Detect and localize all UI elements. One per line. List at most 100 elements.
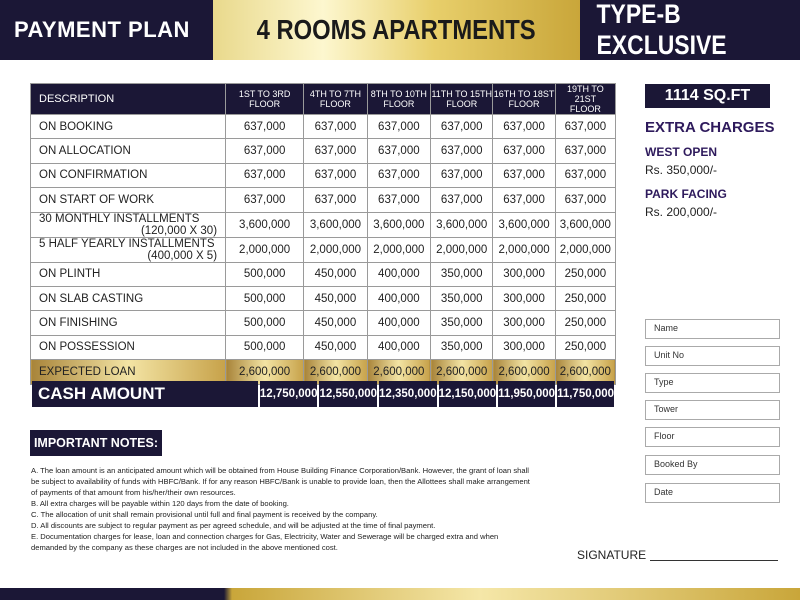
column-header-line: FLOOR <box>508 99 540 109</box>
column-header-line: 11TH TO 15TH <box>431 89 492 99</box>
column-header-line: 16TH TO 18ST <box>493 89 555 99</box>
table-cell: 2,000,000 <box>225 236 305 263</box>
table-cell: 300,000 <box>492 334 556 361</box>
park-facing-label: PARK FACING <box>645 187 727 201</box>
table-cell: 637,000 <box>554 187 617 213</box>
apartment-type-text: 4 ROOMS APARTMENTS <box>256 14 536 45</box>
row-description-text: ON SLAB CASTING <box>39 292 144 305</box>
cash-amount-table: CASH AMOUNT 12,750,000 12,550,000 12,350,0… <box>30 381 616 407</box>
table-cell: 637,000 <box>366 138 432 164</box>
cash-amount-cell: 12,350,000 <box>379 381 437 407</box>
date-field[interactable]: Date <box>645 483 780 503</box>
table-cell: 3,600,000 <box>430 211 494 238</box>
table-cell: 637,000 <box>225 138 305 164</box>
name-field[interactable]: Name <box>645 319 780 339</box>
note-item: B. All extra charges will be payable wit… <box>31 499 289 508</box>
row-description: 5 HALF YEARLY INSTALLMENTS (400,000 X 5) <box>29 236 227 263</box>
column-header-line: FLOOR <box>383 99 415 109</box>
west-open-value: Rs. 350,000/- <box>645 163 718 177</box>
table-cell: 350,000 <box>430 261 494 287</box>
column-header-description: DESCRIPTION <box>29 83 227 115</box>
tower-field[interactable]: Tower <box>645 400 780 420</box>
row-installment-detail: (400,000 X 5) <box>147 249 218 262</box>
row-description: ON POSSESSION <box>29 334 227 361</box>
signature-label: SIGNATURE <box>577 548 647 562</box>
table-cell: 250,000 <box>554 334 617 361</box>
table-cell: 350,000 <box>430 334 494 361</box>
extra-charges-title: EXTRA CHARGES <box>645 119 775 136</box>
table-row: ON PLINTH 500,000 450,000 400,000 350,000 300… <box>29 261 617 287</box>
column-header-line: FLOOR <box>569 104 601 114</box>
table-cell: 3,600,000 <box>492 211 556 238</box>
table-row: ON CONFIRMATION 637,000 637,000 637,000 637,… <box>29 162 617 189</box>
row-installment-detail: (120,000 X 30) <box>140 224 218 237</box>
table-cell: 637,000 <box>430 113 494 140</box>
table-row: ON ALLOCATION 637,000 637,000 637,000 637,00… <box>29 138 617 164</box>
table-cell: 637,000 <box>554 162 617 189</box>
row-description: 30 MONTHLY INSTALLMENTS (120,000 X 30) <box>29 211 227 238</box>
table-cell: 3,600,000 <box>225 211 305 238</box>
column-header-line: FLOOR <box>249 99 281 109</box>
table-header-row: DESCRIPTION 1ST TO 3RD FLOOR 4TH TO 7TH FL… <box>29 83 617 115</box>
table-cell: 500,000 <box>225 261 305 287</box>
table-cell: 2,000,000 <box>430 236 494 263</box>
table-cell: 400,000 <box>366 310 432 336</box>
cash-amount-cell: 11,950,000 <box>498 381 556 407</box>
column-header-line: 4TH TO 7TH <box>309 89 362 99</box>
table-row: ON POSSESSION 500,000 450,000 400,000 350,00… <box>29 334 617 361</box>
payment-plan-title: PAYMENT PLAN <box>0 0 213 60</box>
table-cell: 350,000 <box>430 285 494 312</box>
cash-amount-label: CASH AMOUNT <box>32 381 258 407</box>
row-description-text: ON FINISHING <box>39 317 118 330</box>
row-description: ON START OF WORK <box>29 187 227 213</box>
table-cell: 637,000 <box>303 162 368 189</box>
table-cell: 637,000 <box>225 113 305 140</box>
row-description-text: 30 MONTHLY INSTALLMENTS <box>39 212 200 225</box>
unit-no-field[interactable]: Unit No <box>645 346 780 366</box>
table-row: ON FINISHING 500,000 450,000 400,000 350,000… <box>29 310 617 336</box>
floor-field[interactable]: Floor <box>645 427 780 447</box>
footer-bar <box>0 588 800 600</box>
row-description: ON BOOKING <box>29 113 227 140</box>
table-row: ON SLAB CASTING 500,000 450,000 400,000 350,… <box>29 285 617 312</box>
table-cell: 250,000 <box>554 261 617 287</box>
important-notes-list: A. The loan amount is an anticipated amo… <box>31 465 531 553</box>
cash-amount-cell: 12,150,000 <box>438 381 497 407</box>
table-cell: 3,600,000 <box>366 211 432 238</box>
table-cell: 637,000 <box>225 187 305 213</box>
cash-amount-cell: 11,750,000 <box>557 381 614 407</box>
table-cell: 250,000 <box>554 285 617 312</box>
row-description-text: ON POSSESSION <box>39 341 135 354</box>
note-item: E. Documentation charges for lease, loan… <box>31 532 499 552</box>
note-item: C. The allocation of unit shall remain p… <box>31 510 378 519</box>
table-cell: 637,000 <box>225 162 305 189</box>
table-cell: 637,000 <box>366 187 432 213</box>
signature-line[interactable] <box>650 560 778 561</box>
column-header-line: 19TH TO 21ST <box>567 84 604 104</box>
table-cell: 300,000 <box>492 285 556 312</box>
row-description: ON FINISHING <box>29 310 227 336</box>
row-description: ON SLAB CASTING <box>29 285 227 312</box>
type-field[interactable]: Type <box>645 373 780 393</box>
table-cell: 637,000 <box>492 113 556 140</box>
park-facing-value: Rs. 200,000/- <box>645 205 718 219</box>
table-cell: 637,000 <box>492 138 556 164</box>
table-cell: 637,000 <box>492 162 556 189</box>
table-cell: 637,000 <box>430 138 494 164</box>
column-header-floor: 4TH TO 7TH FLOOR <box>303 83 368 115</box>
table-cell: 300,000 <box>492 310 556 336</box>
table-row: ON START OF WORK 637,000 637,000 637,000 637… <box>29 187 617 213</box>
note-item: A. The loan amount is an anticipated amo… <box>31 466 530 497</box>
booked-by-field[interactable]: Booked By <box>645 455 780 475</box>
table-cell: 450,000 <box>303 261 368 287</box>
table-cell: 637,000 <box>554 113 617 140</box>
column-header-line: FLOOR <box>319 99 351 109</box>
table-cell: 637,000 <box>303 138 368 164</box>
column-header-line: 1ST TO 3RD <box>238 89 291 99</box>
table-cell: 637,000 <box>554 138 617 164</box>
row-description-text: ON START OF WORK <box>39 193 155 206</box>
table-cell: 3,600,000 <box>554 211 617 238</box>
row-description-text: ON ALLOCATION <box>39 145 131 158</box>
row-description: ON CONFIRMATION <box>29 162 227 189</box>
cash-amount-row: CASH AMOUNT 12,750,000 12,550,000 12,350,0… <box>32 381 614 407</box>
